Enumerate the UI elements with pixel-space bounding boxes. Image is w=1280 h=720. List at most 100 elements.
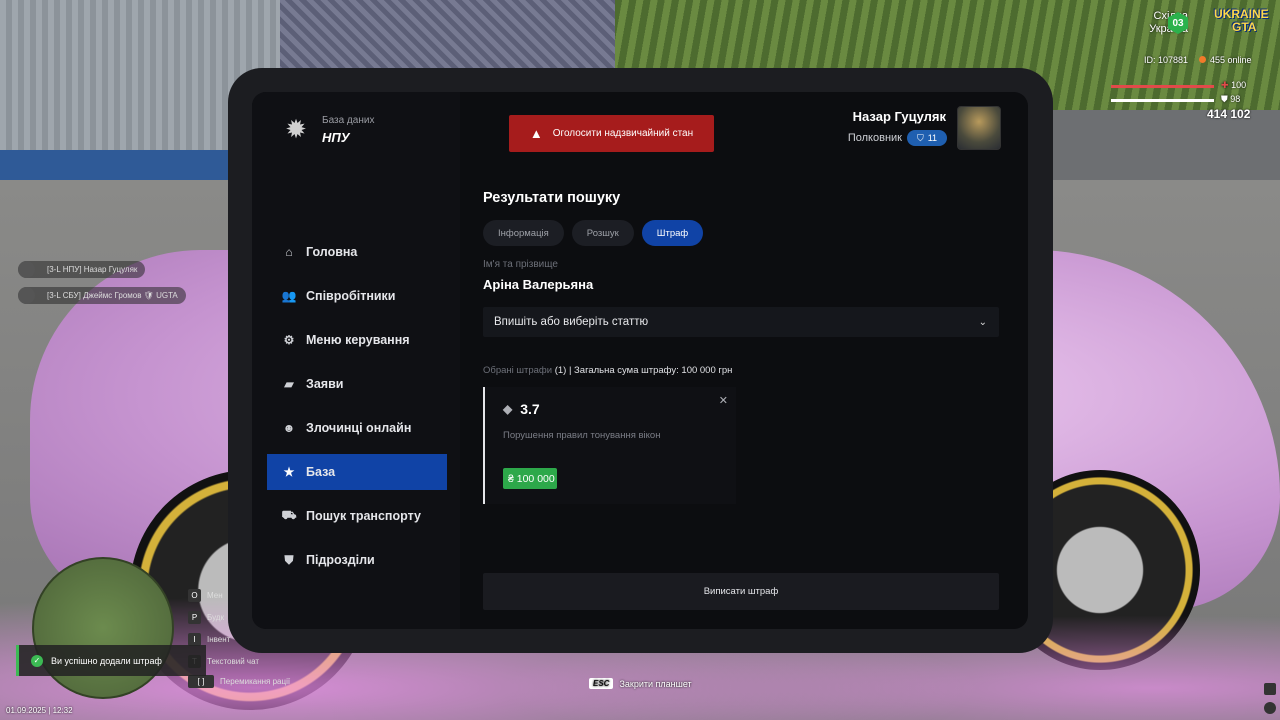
tab-bar: Інформація Розшук Штраф xyxy=(483,220,704,246)
esc-label: Закрити планшет xyxy=(619,678,692,689)
fine-description: Порушення правил тонування вікон xyxy=(503,430,661,441)
close-tablet-hint: ESC Закрити планшет xyxy=(589,678,692,689)
home-icon: ⌂ xyxy=(285,245,293,259)
health-text: 100 xyxy=(1231,80,1247,90)
toast-text: Ви успішно додали штраф xyxy=(51,655,162,666)
fine-summary: Обрані штрафи (1) | Загальна сума штрафу… xyxy=(483,365,732,376)
page-title: Результати пошуку xyxy=(483,190,621,206)
gear-icon: ⚙ xyxy=(283,333,295,347)
armor-bar xyxy=(1111,99,1214,102)
user-rank: Полковник xyxy=(847,132,902,144)
microphone-icon xyxy=(1264,683,1276,695)
armor-icon: ⛊ xyxy=(1221,94,1228,104)
issue-fine-button[interactable]: Виписати штраф xyxy=(483,573,999,610)
tab-fine[interactable]: Штраф xyxy=(641,220,704,246)
tablet-screen: ✹ База даних НПУ ⌂ Головна 👥 Співробітники… xyxy=(252,92,1028,629)
check-icon: ✓ xyxy=(31,654,43,667)
fine-code-text: 3.7 xyxy=(520,401,540,417)
person-name: Аріна Валерьяна xyxy=(483,277,594,292)
sidebar-item-units[interactable]: ⛊ Підрозділи xyxy=(267,542,447,578)
avatar xyxy=(18,287,35,304)
fine-code: ◆ 3.7 xyxy=(503,401,540,417)
sidebar-item-control-menu[interactable]: ⚙ Меню керування xyxy=(267,322,447,358)
keybind-hint: [ ] Перемикання рації xyxy=(188,675,290,688)
user-name: Назар Гуцуляк xyxy=(852,109,946,124)
avatar xyxy=(18,261,35,278)
player-tag-text: [3-L НПУ] Назар Гуцуляк xyxy=(47,265,138,274)
keybind-hint: P Будк xyxy=(188,611,224,624)
sidebar-item-label: Злочинці онлайн xyxy=(306,421,412,435)
car-icon: ⛟ xyxy=(281,508,297,522)
key-cap: O xyxy=(188,589,201,602)
health-value: ✚ 100 xyxy=(1221,80,1246,91)
success-toast: ✓ Ви успішно додали штраф xyxy=(16,645,206,676)
money-value: 414 102 xyxy=(1207,107,1251,121)
logo-line-2: GTA xyxy=(1232,20,1257,34)
sidebar-item-label: Меню керування xyxy=(306,333,410,347)
star-icon: ★ xyxy=(283,465,295,479)
folder-icon: ▰ xyxy=(284,377,294,391)
sidebar-item-label: Підрозділи xyxy=(306,553,375,567)
sidebar-nav: ⌂ Головна 👥 Співробітники ⚙ Меню керування … xyxy=(267,234,447,586)
logo-title: НПУ xyxy=(322,130,350,145)
player-tag: [3-L НПУ] Назар Гуцуляк xyxy=(18,261,146,278)
sidebar: ✹ База даних НПУ ⌂ Головна 👥 Співробітники… xyxy=(252,92,460,629)
article-select[interactable]: Впишіть або виберіть статтю ⌄ xyxy=(483,307,999,337)
hint-label: Інвент xyxy=(207,635,231,644)
armor-text: 98 xyxy=(1230,94,1241,104)
name-label: Ім'я та прізвище xyxy=(483,259,558,270)
rank-badge: ⛉ 11 xyxy=(907,130,947,146)
avatar xyxy=(957,106,1001,150)
sidebar-item-home[interactable]: ⌂ Головна xyxy=(267,234,447,270)
summary-total: (1) | Загальна сума штрафу: 100 000 грн xyxy=(552,365,733,376)
hint-label: Перемикання рації xyxy=(220,677,291,686)
datetime: 01.09.2025 | 12:32 xyxy=(6,706,73,715)
online-text: 455 online xyxy=(1210,55,1252,65)
sidebar-item-database[interactable]: ★ База xyxy=(267,454,447,490)
ukraine-gta-logo: UKRAINE GTA xyxy=(1214,8,1272,38)
chevron-down-icon: ⌄ xyxy=(978,316,987,328)
hint-label: Будк xyxy=(207,613,224,622)
tab-information[interactable]: Інформація xyxy=(483,220,564,246)
minimap xyxy=(32,557,174,699)
sidebar-item-criminals-online[interactable]: ☻ Злочинці онлайн xyxy=(267,410,447,446)
tab-wanted[interactable]: Розшук xyxy=(571,220,634,246)
esc-key: ESC xyxy=(589,678,614,689)
key-cap: [ ] xyxy=(188,675,214,688)
emergency-button[interactable]: ▲ Оголосити надзвичайний стан xyxy=(509,115,714,152)
player-id: ID: 107881 xyxy=(1144,55,1189,65)
article-select-placeholder: Впишіть або виберіть статтю xyxy=(494,316,649,328)
police-star-icon: ✹ xyxy=(285,114,307,144)
sidebar-item-employees[interactable]: 👥 Співробітники xyxy=(267,278,447,314)
mask-icon: ☻ xyxy=(282,421,296,435)
settings-icon xyxy=(1264,702,1276,714)
armor-value: ⛊ 98 xyxy=(1221,94,1240,105)
users-icon: 👥 xyxy=(281,289,297,303)
key-cap: P xyxy=(188,611,201,624)
sidebar-item-vehicle-search[interactable]: ⛟ Пошук транспорту xyxy=(267,498,447,534)
hint-label: Текстовий чат xyxy=(207,657,260,666)
emergency-button-label: Оголосити надзвичайний стан xyxy=(552,128,694,139)
sidebar-item-label: Заяви xyxy=(306,377,344,391)
sidebar-item-label: База xyxy=(306,465,336,479)
shield-icon: ⛊ xyxy=(284,552,294,567)
sidebar-item-applications[interactable]: ▰ Заяви xyxy=(267,366,447,402)
health-bar xyxy=(1111,85,1214,88)
warning-icon: ▲ xyxy=(529,126,543,141)
online-dot-icon xyxy=(1199,56,1206,63)
sidebar-item-label: Співробітники xyxy=(306,289,396,303)
health-icon: ✚ xyxy=(1221,80,1229,90)
online-count: 455 online xyxy=(1199,55,1252,65)
close-icon[interactable]: ✕ xyxy=(719,394,728,407)
summary-label: Обрані штрафи xyxy=(483,365,553,376)
hint-label: Мен xyxy=(207,591,223,600)
badge-icon: ⛉ xyxy=(916,132,924,143)
player-tag-text: [3-L СБУ] Джеймс Громов 🛡 UGTA xyxy=(47,291,178,300)
rank-level: 11 xyxy=(927,133,938,143)
logo-subtitle: База даних xyxy=(322,115,375,126)
fine-amount-badge: ₴ 100 000 xyxy=(503,468,557,489)
player-tag: [3-L СБУ] Джеймс Громов 🛡 UGTA xyxy=(18,287,186,304)
fine-card: ◆ 3.7 ✕ Порушення правил тонування вікон … xyxy=(483,387,736,504)
sidebar-item-label: Головна xyxy=(306,245,358,259)
tag-icon: ◆ xyxy=(503,402,513,416)
